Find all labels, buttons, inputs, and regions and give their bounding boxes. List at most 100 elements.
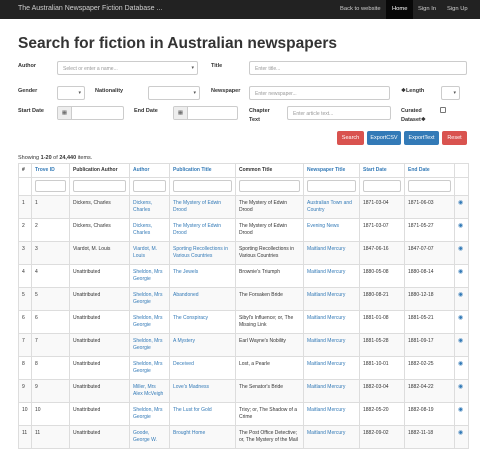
publication-title-link[interactable]: Abandoned — [173, 292, 199, 298]
start-date-input[interactable]: ▦ — [57, 106, 124, 120]
results-summary: Showing 1-20 of 24,440 items. — [18, 155, 92, 161]
column-header[interactable]: Publication Title — [169, 163, 236, 178]
start-date-cell: 1881-05-28 — [363, 338, 389, 344]
publication-author-cell: Dickens, Charles — [73, 200, 111, 206]
publication-title-link[interactable]: Love's Madness — [173, 384, 209, 390]
author-select[interactable]: Select or enter a name... ▾ — [57, 61, 198, 75]
view-eye-icon[interactable]: ◉ — [458, 200, 463, 206]
author-label: Author — [18, 63, 37, 69]
export-csv-button[interactable]: ExportCSV — [367, 131, 401, 145]
view-eye-icon[interactable]: ◉ — [458, 384, 463, 390]
view-eye-icon[interactable]: ◉ — [458, 430, 463, 436]
author-link[interactable]: Sheldon, Mrs Georgie — [133, 338, 162, 351]
filter-author[interactable] — [133, 180, 166, 192]
calendar-icon[interactable]: ▦ — [174, 107, 188, 119]
filter-trove-id[interactable] — [35, 180, 66, 192]
publication-title-link[interactable]: Deceived — [173, 361, 194, 367]
newspaper-title-link[interactable]: Maitland Mercury — [307, 430, 345, 436]
publication-title-link[interactable]: The Conspiracy — [173, 315, 208, 321]
filter-newspaper-title[interactable] — [307, 180, 356, 192]
end-date-cell: 1882-04-22 — [408, 384, 434, 390]
table-cell: ◉ — [454, 402, 469, 426]
view-eye-icon[interactable]: ◉ — [458, 223, 463, 229]
showing-prefix: Showing — [18, 155, 41, 161]
newspaper-title-link[interactable]: Evening News — [307, 223, 339, 229]
view-eye-icon[interactable]: ◉ — [458, 338, 463, 344]
author-link[interactable]: Sheldon, Mrs Georgie — [133, 407, 162, 420]
column-header[interactable]: Newspaper Title — [303, 163, 360, 178]
author-link[interactable]: Dickens, Charles — [133, 223, 152, 236]
publication-title-link[interactable]: Sporting Recollections in Various Countr… — [173, 246, 228, 259]
title-input[interactable]: Enter title... — [249, 61, 467, 75]
table-row: 2 2 Dickens, Charles Dickens, Charles The My… — [18, 218, 469, 242]
filter-cell — [303, 177, 360, 196]
view-eye-icon[interactable]: ◉ — [458, 315, 463, 321]
view-eye-icon[interactable]: ◉ — [458, 292, 463, 298]
filter-end-date[interactable] — [408, 180, 451, 192]
end-date-cell: 1882-02-25 — [408, 361, 434, 367]
author-link[interactable]: Viardot, M. Louis — [133, 246, 157, 259]
export-text-button[interactable]: ExportText — [404, 131, 439, 145]
filter-start-date[interactable] — [363, 180, 401, 192]
filter-publication-author[interactable] — [73, 180, 126, 192]
view-eye-icon[interactable]: ◉ — [458, 407, 463, 413]
reset-button[interactable]: Reset — [442, 131, 467, 145]
filter-publication-title[interactable] — [173, 180, 232, 192]
newspaper-title-link[interactable]: Maitland Mercury — [307, 292, 345, 298]
nav-home[interactable]: Home — [386, 0, 414, 19]
curated-dataset-checkbox[interactable] — [440, 107, 446, 113]
publication-title-link[interactable]: The Mystery of Edwin Drood — [173, 223, 221, 236]
author-link[interactable]: Miller, Mrs Alex McVeigh — [133, 384, 163, 397]
table-cell: Dickens, Charles — [69, 218, 130, 242]
column-header[interactable]: Start Date — [359, 163, 405, 178]
table-cell: 1880-05-08 — [359, 264, 405, 288]
newspaper-title-link[interactable]: Maitland Mercury — [307, 269, 345, 275]
newspaper-title-link[interactable]: Maitland Mercury — [307, 361, 345, 367]
table-cell: Viardot, M. Louis — [69, 241, 130, 265]
info-icon[interactable]: ❖ — [421, 117, 426, 123]
author-link[interactable]: Sheldon, Mrs Georgie — [133, 315, 162, 328]
filter-common-title[interactable] — [239, 180, 300, 192]
chapter-text-input[interactable]: Enter article text... — [287, 106, 391, 120]
gender-select[interactable]: ▾ — [57, 86, 85, 100]
newspaper-title-link[interactable]: Maitland Mercury — [307, 246, 345, 252]
table-header-row: # Trove ID Publication Author Author Pub… — [18, 163, 469, 178]
table-cell: The Conspiracy — [169, 310, 236, 334]
nav-back-to-website[interactable]: Back to website — [340, 6, 381, 12]
publication-title-link[interactable]: The Lust for Gold — [173, 407, 212, 413]
brand-title[interactable]: The Australian Newspaper Fiction Databas… — [18, 5, 162, 12]
publication-title-link[interactable]: A Mystery — [173, 338, 195, 344]
view-eye-icon[interactable]: ◉ — [458, 361, 463, 367]
view-eye-icon[interactable]: ◉ — [458, 246, 463, 252]
publication-title-link[interactable]: Brought Home — [173, 430, 205, 436]
trove-id-cell: 10 — [35, 407, 41, 413]
nationality-select[interactable]: ▾ — [148, 86, 200, 100]
column-header[interactable]: Author — [129, 163, 170, 178]
table-cell: Maitland Mercury — [303, 241, 360, 265]
newspaper-title-link[interactable]: Maitland Mercury — [307, 407, 345, 413]
nav-sign-in[interactable]: Sign In — [418, 6, 436, 12]
nav-sign-up[interactable]: Sign Up — [447, 6, 468, 12]
column-header[interactable]: Trove ID — [31, 163, 70, 178]
column-header[interactable]: End Date — [404, 163, 455, 178]
publication-title-link[interactable]: The Mystery of Edwin Drood — [173, 200, 221, 213]
table-row: 8 8 Unattributed Sheldon, Mrs Georgie Deceiv… — [18, 356, 469, 380]
search-button[interactable]: Search — [337, 131, 364, 145]
view-eye-icon[interactable]: ◉ — [458, 269, 463, 275]
newspaper-title-link[interactable]: Maitland Mercury — [307, 338, 345, 344]
newspaper-title-link[interactable]: Maitland Mercury — [307, 315, 345, 321]
calendar-icon[interactable]: ▦ — [58, 107, 72, 119]
table-cell: ◉ — [454, 287, 469, 311]
author-link[interactable]: Sheldon, Mrs Georgie — [133, 361, 162, 374]
newspaper-title-link[interactable]: Australian Town and Country — [307, 200, 352, 213]
newspaper-title-link[interactable]: Maitland Mercury — [307, 384, 345, 390]
end-date-input[interactable]: ▦ — [173, 106, 238, 120]
table-cell: 3 — [31, 241, 70, 265]
publication-title-link[interactable]: The Jewels — [173, 269, 198, 275]
author-link[interactable]: Sheldon, Mrs Georgie — [133, 292, 162, 305]
author-link[interactable]: Sheldon, Mrs Georgie — [133, 269, 162, 282]
length-select[interactable]: ▾ — [441, 86, 460, 100]
author-link[interactable]: Goode, George W. — [133, 430, 157, 443]
author-link[interactable]: Dickens, Charles — [133, 200, 152, 213]
newspaper-input[interactable]: Enter newspaper... — [249, 86, 390, 100]
